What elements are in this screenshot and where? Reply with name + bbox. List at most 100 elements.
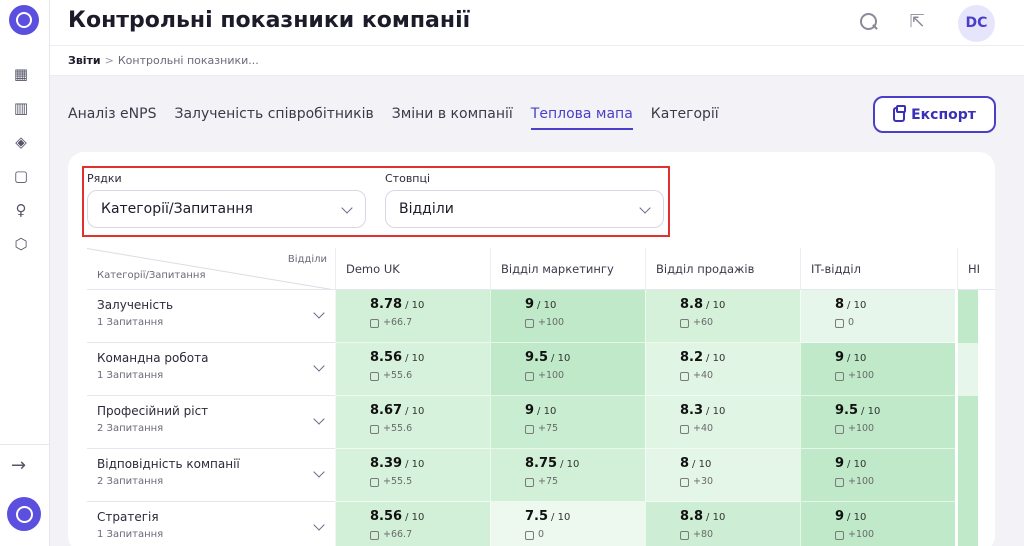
- app-logo-icon[interactable]: [9, 5, 39, 35]
- table-corner-header: Відділи Категорії/Запитання: [87, 248, 335, 290]
- cell-delta: +40: [693, 423, 714, 434]
- heatmap-cell-partial[interactable]: [958, 449, 978, 502]
- lightbulb-icon[interactable]: ♀: [11, 200, 31, 220]
- tab-engagement[interactable]: Залученість співробітників: [174, 100, 373, 130]
- tab-changes[interactable]: Зміни в компанії: [392, 100, 513, 130]
- smiley-icon: [835, 319, 844, 328]
- cell-score: 9/ 10: [525, 297, 556, 312]
- heatmap-cell[interactable]: 9.5/ 10 +100: [490, 343, 645, 396]
- user-avatar[interactable]: DC: [958, 5, 995, 42]
- cell-score: 8.3/ 10: [680, 403, 725, 418]
- cell-delta: +55.5: [383, 476, 413, 487]
- heatmap-cell[interactable]: 7.5/ 10 0: [490, 502, 645, 546]
- heatmap-cell[interactable]: 8.78/ 10 +66.7: [335, 290, 490, 343]
- export-button[interactable]: Експорт: [873, 96, 996, 133]
- score-value: 8: [835, 297, 845, 312]
- heatmap-cell[interactable]: 9.5/ 10 +100: [800, 396, 955, 449]
- heatmap-cell[interactable]: 8.8/ 10 +60: [645, 290, 800, 343]
- heatmap-cell[interactable]: 8.67/ 10 +55.6: [335, 396, 490, 449]
- heatmap-cell[interactable]: 9/ 10 +100: [800, 343, 955, 396]
- row-category-name: Командна робота: [97, 351, 209, 365]
- cell-score: 8.75/ 10: [525, 456, 579, 471]
- score-scale: / 10: [847, 353, 867, 364]
- page-title: Контрольні показники компанії: [68, 8, 471, 33]
- breadcrumb-root[interactable]: Звіти: [68, 54, 101, 67]
- grid-icon[interactable]: ▦: [11, 64, 31, 84]
- score-scale: / 10: [537, 300, 557, 311]
- column-header[interactable]: IT-відділ: [800, 248, 955, 290]
- cell-delta: +100: [848, 476, 875, 487]
- settings-hex-icon[interactable]: ⬡: [11, 234, 31, 254]
- chevron-down-icon[interactable]: [313, 413, 325, 425]
- score-value: 9: [525, 297, 535, 312]
- arrow-right-icon[interactable]: →: [11, 455, 33, 476]
- profile-avatar[interactable]: [7, 497, 41, 531]
- smiley-icon: [525, 425, 534, 434]
- row-header[interactable]: Професійний ріст 2 Запитання: [87, 396, 335, 449]
- heatmap-cell[interactable]: 9/ 10 +100: [490, 290, 645, 343]
- row-header[interactable]: Командна робота 1 Запитання: [87, 343, 335, 396]
- heatmap-cell[interactable]: 8/ 10 +30: [645, 449, 800, 502]
- tab-categories[interactable]: Категорії: [651, 100, 719, 130]
- row-header[interactable]: Залученість 1 Запитання: [87, 290, 335, 343]
- cell-delta: 0: [848, 317, 855, 328]
- chevron-down-icon[interactable]: [313, 519, 325, 531]
- graduation-cap-icon[interactable]: ◈: [11, 132, 31, 152]
- heatmap-cell-partial[interactable]: [958, 396, 978, 449]
- smiley-icon: [680, 372, 689, 381]
- heatmap-cell[interactable]: 9/ 10 +100: [800, 502, 955, 546]
- cell-score: 8.8/ 10: [680, 509, 725, 524]
- columns-select[interactable]: Відділи: [385, 190, 664, 228]
- score-scale: / 10: [551, 353, 571, 364]
- score-value: 8.8: [680, 509, 704, 524]
- chevron-down-icon[interactable]: [313, 466, 325, 478]
- heatmap-cell[interactable]: 8.8/ 10 +80: [645, 502, 800, 546]
- column-header[interactable]: HI: [957, 248, 995, 290]
- books-icon[interactable]: ▥: [11, 98, 31, 118]
- score-scale: / 10: [847, 512, 867, 523]
- heatmap-cell-partial[interactable]: [958, 290, 978, 343]
- heatmap-cell[interactable]: 9/ 10 +100: [800, 449, 955, 502]
- heatmap-cell[interactable]: 8.2/ 10 +40: [645, 343, 800, 396]
- row-category-name: Професійний ріст: [97, 404, 209, 418]
- cell-score: 8/ 10: [835, 297, 866, 312]
- top-header: Контрольні показники компанії ⇱ DC: [50, 0, 1024, 46]
- score-value: 9: [835, 509, 845, 524]
- chevron-down-icon[interactable]: [313, 307, 325, 319]
- cell-score: 9/ 10: [835, 456, 866, 471]
- score-value: 9.5: [525, 350, 549, 365]
- rows-select[interactable]: Категорії/Запитання: [87, 190, 366, 228]
- heatmap-cell[interactable]: 8.56/ 10 +66.7: [335, 502, 490, 546]
- heatmap-cell-partial[interactable]: [958, 502, 978, 546]
- heatmap-cell[interactable]: 8/ 10 0: [800, 290, 955, 343]
- heatmap-cell[interactable]: 8.56/ 10 +55.6: [335, 343, 490, 396]
- row-header[interactable]: Відповідність компанії 2 Запитання: [87, 449, 335, 502]
- heatmap-cell[interactable]: 8.39/ 10 +55.5: [335, 449, 490, 502]
- cell-delta: +80: [693, 529, 714, 540]
- score-scale: / 10: [405, 353, 425, 364]
- chevron-down-icon[interactable]: [313, 360, 325, 372]
- search-icon[interactable]: [856, 10, 880, 34]
- tab-heatmap[interactable]: Теплова мапа: [530, 100, 633, 130]
- column-header[interactable]: Demo UK: [335, 248, 490, 290]
- external-link-icon[interactable]: ⇱: [905, 10, 929, 34]
- score-value: 8.75: [525, 456, 558, 471]
- column-header[interactable]: Відділ маркетингу: [490, 248, 645, 290]
- score-scale: / 10: [706, 512, 726, 523]
- feedback-icon[interactable]: ▢: [11, 166, 31, 186]
- rail-divider: [0, 444, 50, 445]
- tab-enps[interactable]: Аналіз eNPS: [68, 100, 156, 130]
- corner-rows-label: Категорії/Запитання: [97, 270, 206, 281]
- heatmap-cell[interactable]: 9/ 10 +75: [490, 396, 645, 449]
- score-scale: / 10: [551, 512, 571, 523]
- heatmap-cell-partial[interactable]: [958, 343, 978, 396]
- column-header[interactable]: Відділ продажів: [645, 248, 800, 290]
- cell-score: 8.39/ 10: [370, 456, 424, 471]
- heatmap-cell[interactable]: 8.3/ 10 +40: [645, 396, 800, 449]
- heatmap-cell[interactable]: 8.75/ 10 +75: [490, 449, 645, 502]
- row-header[interactable]: Стратегія 1 Запитання: [87, 502, 335, 546]
- smiley-icon: [370, 425, 379, 434]
- row-question-count: 1 Запитання: [97, 370, 164, 381]
- smiley-icon: [680, 478, 689, 487]
- cell-score: 9/ 10: [525, 403, 556, 418]
